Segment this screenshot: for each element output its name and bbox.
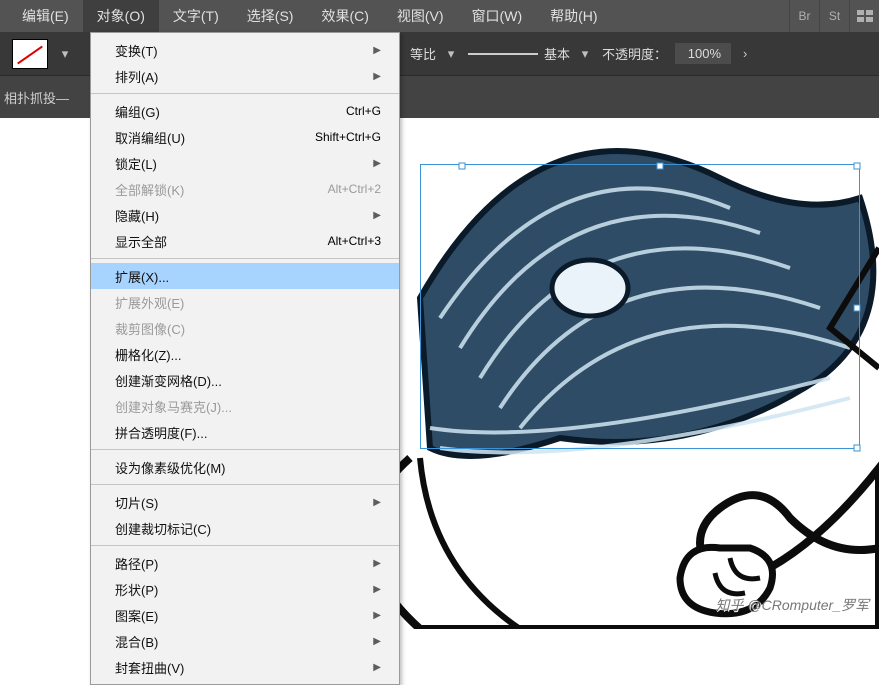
menu-item: 全部解锁(K)Alt+Ctrl+2 xyxy=(91,176,399,202)
menu-item[interactable]: 创建渐变网格(D)... xyxy=(91,367,399,393)
menu-item-label: 形状(P) xyxy=(115,580,367,599)
selection-handle[interactable] xyxy=(854,445,861,452)
menu-item: 创建对象马赛克(J)... xyxy=(91,393,399,419)
menu-item[interactable]: 图案(E)▶ xyxy=(91,602,399,628)
menu-item-label: 封套扭曲(V) xyxy=(115,658,367,677)
menu-effect[interactable]: 效果(C) xyxy=(307,0,382,32)
opacity-next-icon[interactable]: › xyxy=(739,46,751,61)
stroke-style[interactable]: 基本 ▾ xyxy=(468,44,594,63)
selection-handle[interactable] xyxy=(459,163,466,170)
chevron-down-icon: ▾ xyxy=(442,46,460,62)
submenu-arrow-icon: ▶ xyxy=(367,210,381,221)
menu-item[interactable]: 隐藏(H)▶ xyxy=(91,202,399,228)
fill-swatch[interactable] xyxy=(12,39,48,69)
menu-item[interactable]: 拼合透明度(F)... xyxy=(91,419,399,445)
grid-icon xyxy=(857,10,873,22)
selection-box xyxy=(420,164,860,449)
stroke-label: 基本 xyxy=(544,44,570,63)
menu-item-label: 栅格化(Z)... xyxy=(115,345,381,364)
menu-item: 裁剪图像(C) xyxy=(91,315,399,341)
menu-item[interactable]: 排列(A)▶ xyxy=(91,63,399,89)
menu-select[interactable]: 选择(S) xyxy=(233,0,308,32)
menu-item-label: 拼合透明度(F)... xyxy=(115,423,381,442)
menu-item[interactable]: 扩展(X)... xyxy=(91,263,399,289)
menu-item-label: 路径(P) xyxy=(115,554,367,573)
menu-item-label: 切片(S) xyxy=(115,493,367,512)
submenu-arrow-icon: ▶ xyxy=(367,558,381,569)
menu-item: 扩展外观(E) xyxy=(91,289,399,315)
fill-dropdown-icon[interactable]: ▾ xyxy=(56,46,74,62)
menu-item-label: 创建对象马赛克(J)... xyxy=(115,397,381,416)
watermark: 知乎 @CRomputer_罗军 xyxy=(716,595,869,615)
menu-edit[interactable]: 编辑(E) xyxy=(8,0,83,32)
selection-handle[interactable] xyxy=(657,163,664,170)
menu-item-label: 裁剪图像(C) xyxy=(115,319,381,338)
menu-shortcut: Shift+Ctrl+G xyxy=(315,130,381,144)
menu-shortcut: Alt+Ctrl+3 xyxy=(328,234,381,248)
menu-item-label: 编组(G) xyxy=(115,102,346,121)
menu-item-label: 排列(A) xyxy=(115,67,367,86)
bridge-icon[interactable]: Br xyxy=(789,0,819,32)
menu-item-label: 创建渐变网格(D)... xyxy=(115,371,381,390)
stock-icon[interactable]: St xyxy=(819,0,849,32)
scale-mode[interactable]: 等比 ▾ xyxy=(410,44,460,63)
menu-view[interactable]: 视图(V) xyxy=(383,0,458,32)
menu-item[interactable]: 封套扭曲(V)▶ xyxy=(91,654,399,680)
menu-item[interactable]: 编组(G)Ctrl+G xyxy=(91,98,399,124)
menu-item-label: 图案(E) xyxy=(115,606,367,625)
selection-handle[interactable] xyxy=(854,305,861,312)
submenu-arrow-icon: ▶ xyxy=(367,610,381,621)
menu-window[interactable]: 窗口(W) xyxy=(458,0,537,32)
selection-handle[interactable] xyxy=(854,163,861,170)
menu-item[interactable]: 锁定(L)▶ xyxy=(91,150,399,176)
workspace-icon[interactable] xyxy=(849,0,879,32)
menu-item-label: 设为像素级优化(M) xyxy=(115,458,381,477)
menu-item[interactable]: 创建裁切标记(C) xyxy=(91,515,399,541)
menu-shortcut: Ctrl+G xyxy=(346,104,381,118)
submenu-arrow-icon: ▶ xyxy=(367,45,381,56)
menu-item-label: 扩展(X)... xyxy=(115,267,381,286)
menu-item-label: 显示全部 xyxy=(115,232,328,251)
menu-item-label: 锁定(L) xyxy=(115,154,367,173)
menu-text[interactable]: 文字(T) xyxy=(159,0,233,32)
chevron-down-icon: ▾ xyxy=(576,46,594,62)
submenu-arrow-icon: ▶ xyxy=(367,662,381,673)
menu-item[interactable]: 变换(T)▶ xyxy=(91,37,399,63)
menu-shortcut: Alt+Ctrl+2 xyxy=(328,182,381,196)
menu-item[interactable]: 设为像素级优化(M) xyxy=(91,454,399,480)
stroke-preview xyxy=(468,53,538,55)
submenu-arrow-icon: ▶ xyxy=(367,636,381,647)
menu-item[interactable]: 显示全部Alt+Ctrl+3 xyxy=(91,228,399,254)
opacity-label: 不透明度： xyxy=(602,44,667,63)
object-menu-dropdown: 变换(T)▶排列(A)▶编组(G)Ctrl+G取消编组(U)Shift+Ctrl… xyxy=(90,32,400,685)
menu-item[interactable]: 混合(B)▶ xyxy=(91,628,399,654)
menu-item-label: 全部解锁(K) xyxy=(115,180,328,199)
menu-help[interactable]: 帮助(H) xyxy=(536,0,611,32)
menu-item-label: 变换(T) xyxy=(115,41,367,60)
menu-item-label: 混合(B) xyxy=(115,632,367,651)
menu-item[interactable]: 路径(P)▶ xyxy=(91,550,399,576)
scale-label: 等比 xyxy=(410,44,436,63)
menu-item-label: 取消编组(U) xyxy=(115,128,315,147)
menu-item[interactable]: 栅格化(Z)... xyxy=(91,341,399,367)
menu-item-label: 扩展外观(E) xyxy=(115,293,381,312)
menu-object[interactable]: 对象(O) xyxy=(83,0,159,32)
menu-item[interactable]: 切片(S)▶ xyxy=(91,489,399,515)
submenu-arrow-icon: ▶ xyxy=(367,584,381,595)
submenu-arrow-icon: ▶ xyxy=(367,497,381,508)
document-tab[interactable]: 相扑抓投— xyxy=(4,88,69,107)
menu-item-label: 创建裁切标记(C) xyxy=(115,519,381,538)
menu-item[interactable]: 取消编组(U)Shift+Ctrl+G xyxy=(91,124,399,150)
menu-item-label: 隐藏(H) xyxy=(115,206,367,225)
submenu-arrow-icon: ▶ xyxy=(367,158,381,169)
opacity-input[interactable]: 100% xyxy=(675,43,731,64)
menu-item[interactable]: 形状(P)▶ xyxy=(91,576,399,602)
submenu-arrow-icon: ▶ xyxy=(367,71,381,82)
main-menu-bar: 编辑(E) 对象(O) 文字(T) 选择(S) 效果(C) 视图(V) 窗口(W… xyxy=(0,0,879,32)
